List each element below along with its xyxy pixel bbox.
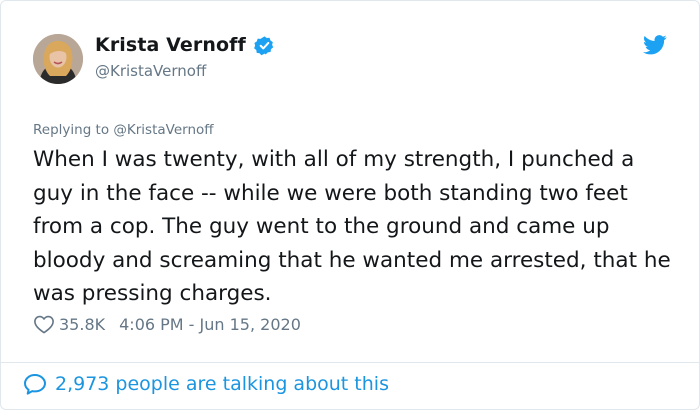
author-handle[interactable]: @KristaVernoff (95, 62, 206, 80)
avatar[interactable] (33, 34, 83, 84)
tweet-text: When I was twenty, with all of my streng… (33, 147, 671, 306)
footer-divider (1, 362, 699, 363)
replying-to-line: Replying to @KristaVernoff (33, 122, 214, 138)
tweet-meta: 35.8K 4:06 PM - Jun 15, 2020 (33, 314, 301, 334)
like-count[interactable]: 35.8K (59, 315, 105, 334)
speech-bubble-icon (23, 373, 47, 395)
tweet-timestamp[interactable]: 4:06 PM - Jun 15, 2020 (119, 315, 301, 334)
people-talking-label[interactable]: 2,973 people are talking about this (55, 373, 389, 395)
replying-to-label: Replying to (33, 122, 114, 138)
twitter-bird-icon[interactable] (643, 35, 667, 55)
tweet-card[interactable]: Krista Vernoff @KristaVernoff Replying t… (0, 0, 700, 410)
replying-to-mention-link[interactable]: @KristaVernoff (113, 122, 213, 138)
author-display-name[interactable]: Krista Vernoff (95, 34, 246, 56)
people-talking-link[interactable]: 2,973 people are talking about this (23, 373, 389, 395)
heart-icon[interactable] (33, 314, 55, 334)
verified-badge-icon (253, 35, 275, 56)
